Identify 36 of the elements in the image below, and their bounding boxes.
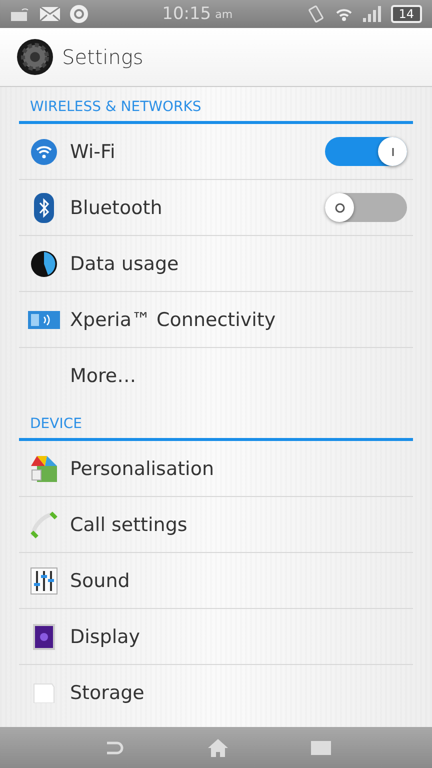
vibrate-icon: [306, 5, 325, 23]
signal-bars-icon: [362, 6, 381, 22]
settings-item[interactable]: Call settings: [19, 497, 413, 553]
off-mark-icon: [334, 202, 346, 214]
wifi-icon: [30, 138, 58, 166]
equalizer-icon: [30, 566, 58, 594]
toggle-switch[interactable]: [325, 193, 407, 222]
battery-level: 14: [390, 5, 422, 23]
settings-item[interactable]: Data usage: [19, 236, 413, 292]
settings-item[interactable]: Sound: [19, 553, 413, 609]
clock: 10:15: [162, 4, 212, 24]
section-heading: WIRELESS & NETWORKS: [30, 99, 202, 115]
clock-suffix: am: [215, 8, 233, 20]
toggle-switch[interactable]: [325, 137, 407, 166]
home-icon[interactable]: [207, 738, 229, 758]
settings-item[interactable]: Xperia™ Connectivity: [19, 292, 413, 348]
mail-icon: [40, 7, 60, 21]
pie-chart-icon: [30, 250, 58, 278]
gear-icon: [16, 38, 54, 76]
settings-item[interactable]: Personalisation: [19, 441, 413, 497]
bluetooth-icon: [33, 192, 55, 224]
ring-icon: [70, 5, 88, 23]
card-icon: [33, 683, 55, 703]
screen-title: Settings: [62, 45, 144, 69]
phone-icon: [29, 510, 59, 540]
settings-item[interactable]: Wi-Fi: [19, 124, 413, 180]
wifi-icon: [334, 6, 353, 22]
palette-icon: [29, 454, 59, 484]
section-heading: DEVICE: [30, 416, 82, 432]
display-icon: [32, 622, 56, 650]
monitor-icon: [27, 308, 61, 330]
settings-item[interactable]: Bluetooth: [19, 180, 413, 236]
recent-apps-icon[interactable]: [311, 740, 331, 754]
settings-item[interactable]: Display: [19, 609, 413, 665]
settings-item[interactable]: Storage: [19, 665, 413, 721]
settings-item[interactable]: More…: [19, 348, 413, 404]
